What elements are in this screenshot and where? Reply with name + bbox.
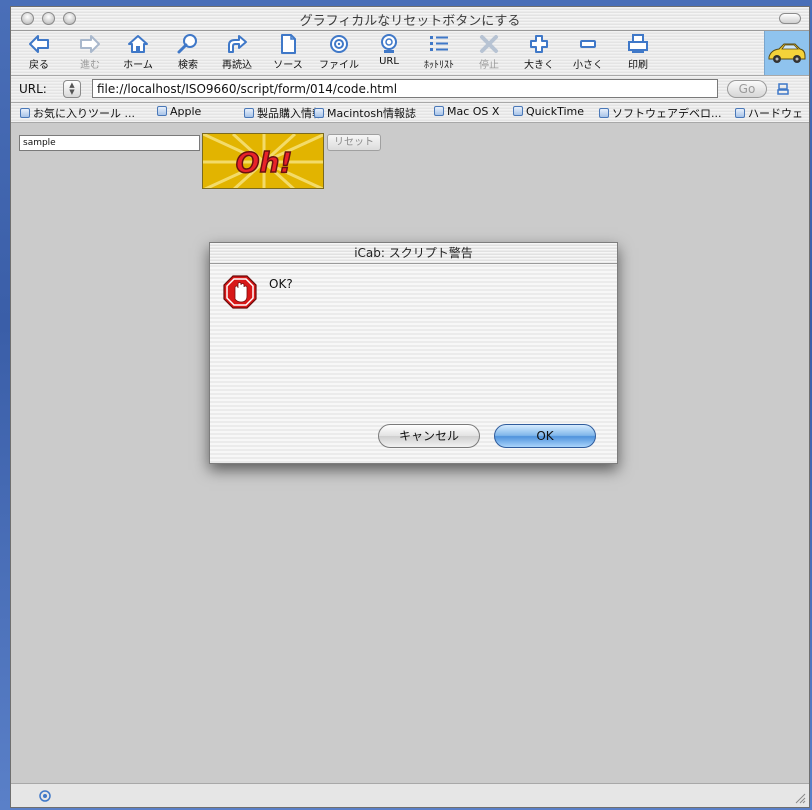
- back-arrow-icon: [29, 35, 49, 53]
- favorite-item[interactable]: QuickTime: [513, 105, 584, 118]
- bookmark-folder-icon: [434, 106, 444, 116]
- favorite-item[interactable]: Macintosh情報誌: [314, 105, 416, 121]
- resize-grip-icon[interactable]: [794, 792, 806, 804]
- url-button[interactable]: URL: [365, 33, 413, 73]
- enlarge-label: 大きく: [524, 60, 554, 71]
- bookmark-add-icon[interactable]: [777, 83, 789, 95]
- reload-button[interactable]: 再読込: [213, 33, 261, 73]
- script-alert-dialog: iCab: スクリプト警告 OK? キャンセル OK: [209, 242, 618, 464]
- title-bar[interactable]: グラフィカルなリセットボタンにする: [11, 7, 809, 31]
- favorite-item[interactable]: ソフトウェアデベロ...: [599, 105, 722, 121]
- url-input[interactable]: [92, 79, 718, 98]
- stop-button[interactable]: 停止: [465, 33, 513, 73]
- search-button[interactable]: 検索: [164, 33, 212, 73]
- home-icon: [128, 35, 148, 53]
- dialog-message: OK?: [269, 277, 293, 291]
- favorite-label: Apple: [170, 105, 202, 118]
- window-title: グラフィカルなリセットボタンにする: [299, 14, 521, 29]
- favorite-item[interactable]: Mac OS X: [434, 105, 499, 118]
- favorite-label: QuickTime: [526, 105, 585, 118]
- hotlist-button[interactable]: ﾎｯﾄﾘｽﾄ: [415, 33, 463, 73]
- home-label: ホーム: [123, 60, 153, 71]
- oh-text: Oh!: [236, 146, 293, 179]
- url-field-label: URL:: [19, 82, 47, 96]
- file-label: ファイル: [319, 60, 359, 71]
- sample-text-field[interactable]: [19, 135, 200, 151]
- url-history-stepper[interactable]: ▲ ▼: [63, 80, 81, 98]
- shrink-label: 小さく: [573, 60, 603, 71]
- favorite-label: Mac OS X: [447, 105, 500, 118]
- ok-button[interactable]: OK: [494, 424, 596, 448]
- minus-icon: [580, 40, 596, 48]
- back-label: 戻る: [29, 60, 49, 71]
- favorite-label: お気に入りツール ...: [33, 107, 135, 120]
- print-icon: [628, 34, 648, 53]
- url-label: URL: [379, 56, 399, 67]
- stop-x-icon: [480, 35, 498, 53]
- favorite-label: Macintosh情報誌: [327, 107, 417, 120]
- status-bar: [11, 783, 809, 807]
- dialog-title: iCab: スクリプト警告: [210, 243, 617, 264]
- url-bar: URL: ▲▼ Go: [11, 76, 809, 103]
- favorite-item[interactable]: お気に入りツール ...: [20, 105, 135, 121]
- plus-icon: [530, 35, 548, 53]
- hotlist-icon: [430, 36, 448, 51]
- favorite-item[interactable]: ハードウェ: [735, 105, 803, 121]
- hotlist-label: ﾎｯﾄﾘｽﾄ: [424, 60, 454, 71]
- forward-arrow-icon: [80, 35, 100, 53]
- car-logo-icon: [768, 43, 806, 63]
- source-button[interactable]: ソース: [264, 33, 312, 73]
- print-label: 印刷: [628, 60, 648, 71]
- icab-logo: [764, 31, 809, 75]
- toolbar: 戻る 進む ホーム 検索 再読込 ソース ファイル URL ﾎｯﾄﾘｽﾄ 停止 …: [11, 31, 809, 76]
- reload-label: 再読込: [222, 60, 252, 71]
- file-button[interactable]: ファイル: [315, 33, 363, 73]
- forward-label: 進む: [80, 60, 100, 71]
- bookmark-folder-icon: [157, 106, 167, 116]
- bookmark-folder-icon: [513, 106, 523, 116]
- enlarge-button[interactable]: 大きく: [515, 33, 563, 73]
- favorites-bar: お気に入りツール ... Apple 製品購入情報 Macintosh情報誌 M…: [11, 103, 809, 123]
- connection-status-icon: [39, 790, 51, 802]
- cancel-button[interactable]: キャンセル: [378, 424, 480, 448]
- bookmark-folder-icon: [735, 108, 745, 118]
- source-icon: [281, 34, 296, 54]
- favorite-label: ハードウェ: [748, 107, 803, 120]
- reset-button[interactable]: リセット: [327, 134, 381, 151]
- go-button[interactable]: Go: [727, 80, 767, 98]
- favorite-item[interactable]: 製品購入情報: [244, 105, 323, 121]
- home-button[interactable]: ホーム: [114, 33, 162, 73]
- favorite-label: ソフトウェアデベロ...: [612, 107, 722, 120]
- shrink-button[interactable]: 小さく: [564, 33, 612, 73]
- favorite-item[interactable]: Apple: [157, 105, 201, 118]
- reload-icon: [228, 35, 247, 53]
- bookmark-folder-icon: [599, 108, 609, 118]
- bookmark-folder-icon: [20, 108, 30, 118]
- forward-button[interactable]: 進む: [66, 33, 114, 73]
- print-button[interactable]: 印刷: [614, 33, 662, 73]
- stop-hand-icon: [223, 275, 257, 309]
- bookmark-folder-icon: [244, 108, 254, 118]
- search-label: 検索: [178, 60, 198, 71]
- bookmark-folder-icon: [314, 108, 324, 118]
- back-button[interactable]: 戻る: [15, 33, 63, 73]
- file-icon: [330, 35, 348, 53]
- graphical-reset-button[interactable]: Oh!: [202, 133, 324, 189]
- search-icon: [177, 34, 197, 54]
- toolbar-toggle-button[interactable]: [779, 13, 801, 24]
- stop-label: 停止: [479, 60, 499, 71]
- source-label: ソース: [273, 60, 303, 71]
- url-icon: [381, 34, 397, 53]
- oh-burst-image: Oh!: [203, 134, 323, 188]
